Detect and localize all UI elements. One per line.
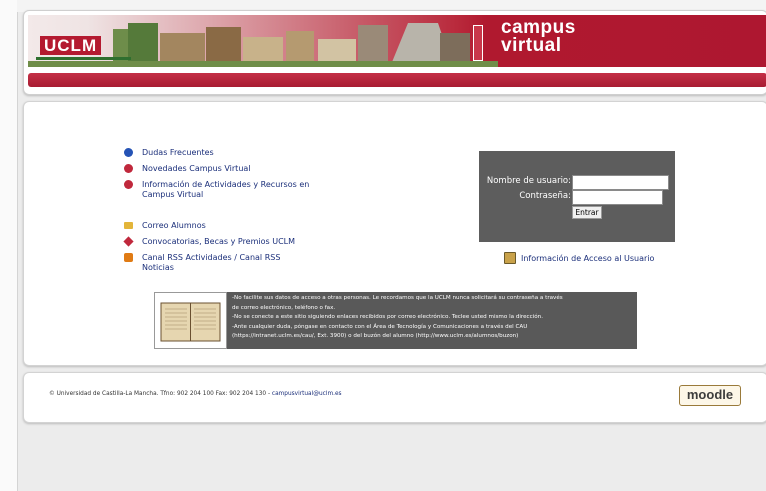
link-informacion-actividades[interactable]: Información de Actividades y Recursos en… — [124, 180, 314, 200]
uclm-logo[interactable]: UCLM — [40, 36, 102, 55]
link-convocatorias[interactable]: Convocatorias, Becas y Premios UCLM — [123, 236, 314, 247]
award-icon — [123, 236, 134, 247]
access-info-link[interactable]: Información de Acceso al Usuario — [504, 252, 654, 264]
link-correo-alumnos[interactable]: Correo Alumnos — [124, 221, 314, 231]
campus-buildings-illustration — [28, 23, 498, 67]
window-left-border — [0, 0, 18, 491]
header-red-bar — [28, 73, 766, 87]
news-icon — [124, 164, 133, 173]
uclm-logo-underline — [36, 57, 131, 60]
footer-panel: © Universidad de Castilla-La Mancha. Tfn… — [23, 372, 766, 423]
main-panel: Dudas Frecuentes Novedades Campus Virtua… — [23, 101, 766, 366]
password-input[interactable] — [572, 190, 663, 205]
campus-virtual-logo: campus virtual — [501, 17, 576, 56]
banner: UCLM campus virtual — [28, 15, 766, 67]
footer-email-link[interactable]: campusvirtual@uclm.es — [272, 391, 342, 397]
login-box: Nombre de usuario: Contraseña: Entrar — [479, 151, 675, 242]
moodle-logo[interactable]: moodle — [679, 385, 741, 406]
security-notice: -No facilite sus datos de acceso a otras… — [154, 292, 637, 349]
footer-text: © Universidad de Castilla-La Mancha. Tfn… — [49, 391, 342, 397]
password-label: Contraseña: — [519, 191, 571, 201]
link-dudas-frecuentes[interactable]: Dudas Frecuentes — [124, 148, 314, 158]
username-input[interactable] — [572, 175, 669, 190]
username-label: Nombre de usuario: — [486, 176, 571, 186]
book-image — [154, 292, 227, 349]
info-icon — [124, 180, 133, 189]
mail-icon — [124, 222, 133, 229]
link-canal-rss[interactable]: Canal RSS Actividades / Canal RSS Notici… — [124, 253, 314, 273]
login-submit-button[interactable]: Entrar — [572, 206, 602, 219]
open-book-illustration — [160, 302, 221, 342]
document-icon — [504, 252, 516, 264]
campus-virtual-icon — [473, 25, 483, 61]
link-novedades[interactable]: Novedades Campus Virtual — [124, 164, 314, 174]
notice-text: -No facilite sus datos de acceso a otras… — [227, 292, 637, 349]
header-panel: UCLM campus virtual — [23, 10, 766, 95]
rss-icon — [124, 253, 133, 262]
help-icon — [124, 148, 133, 157]
